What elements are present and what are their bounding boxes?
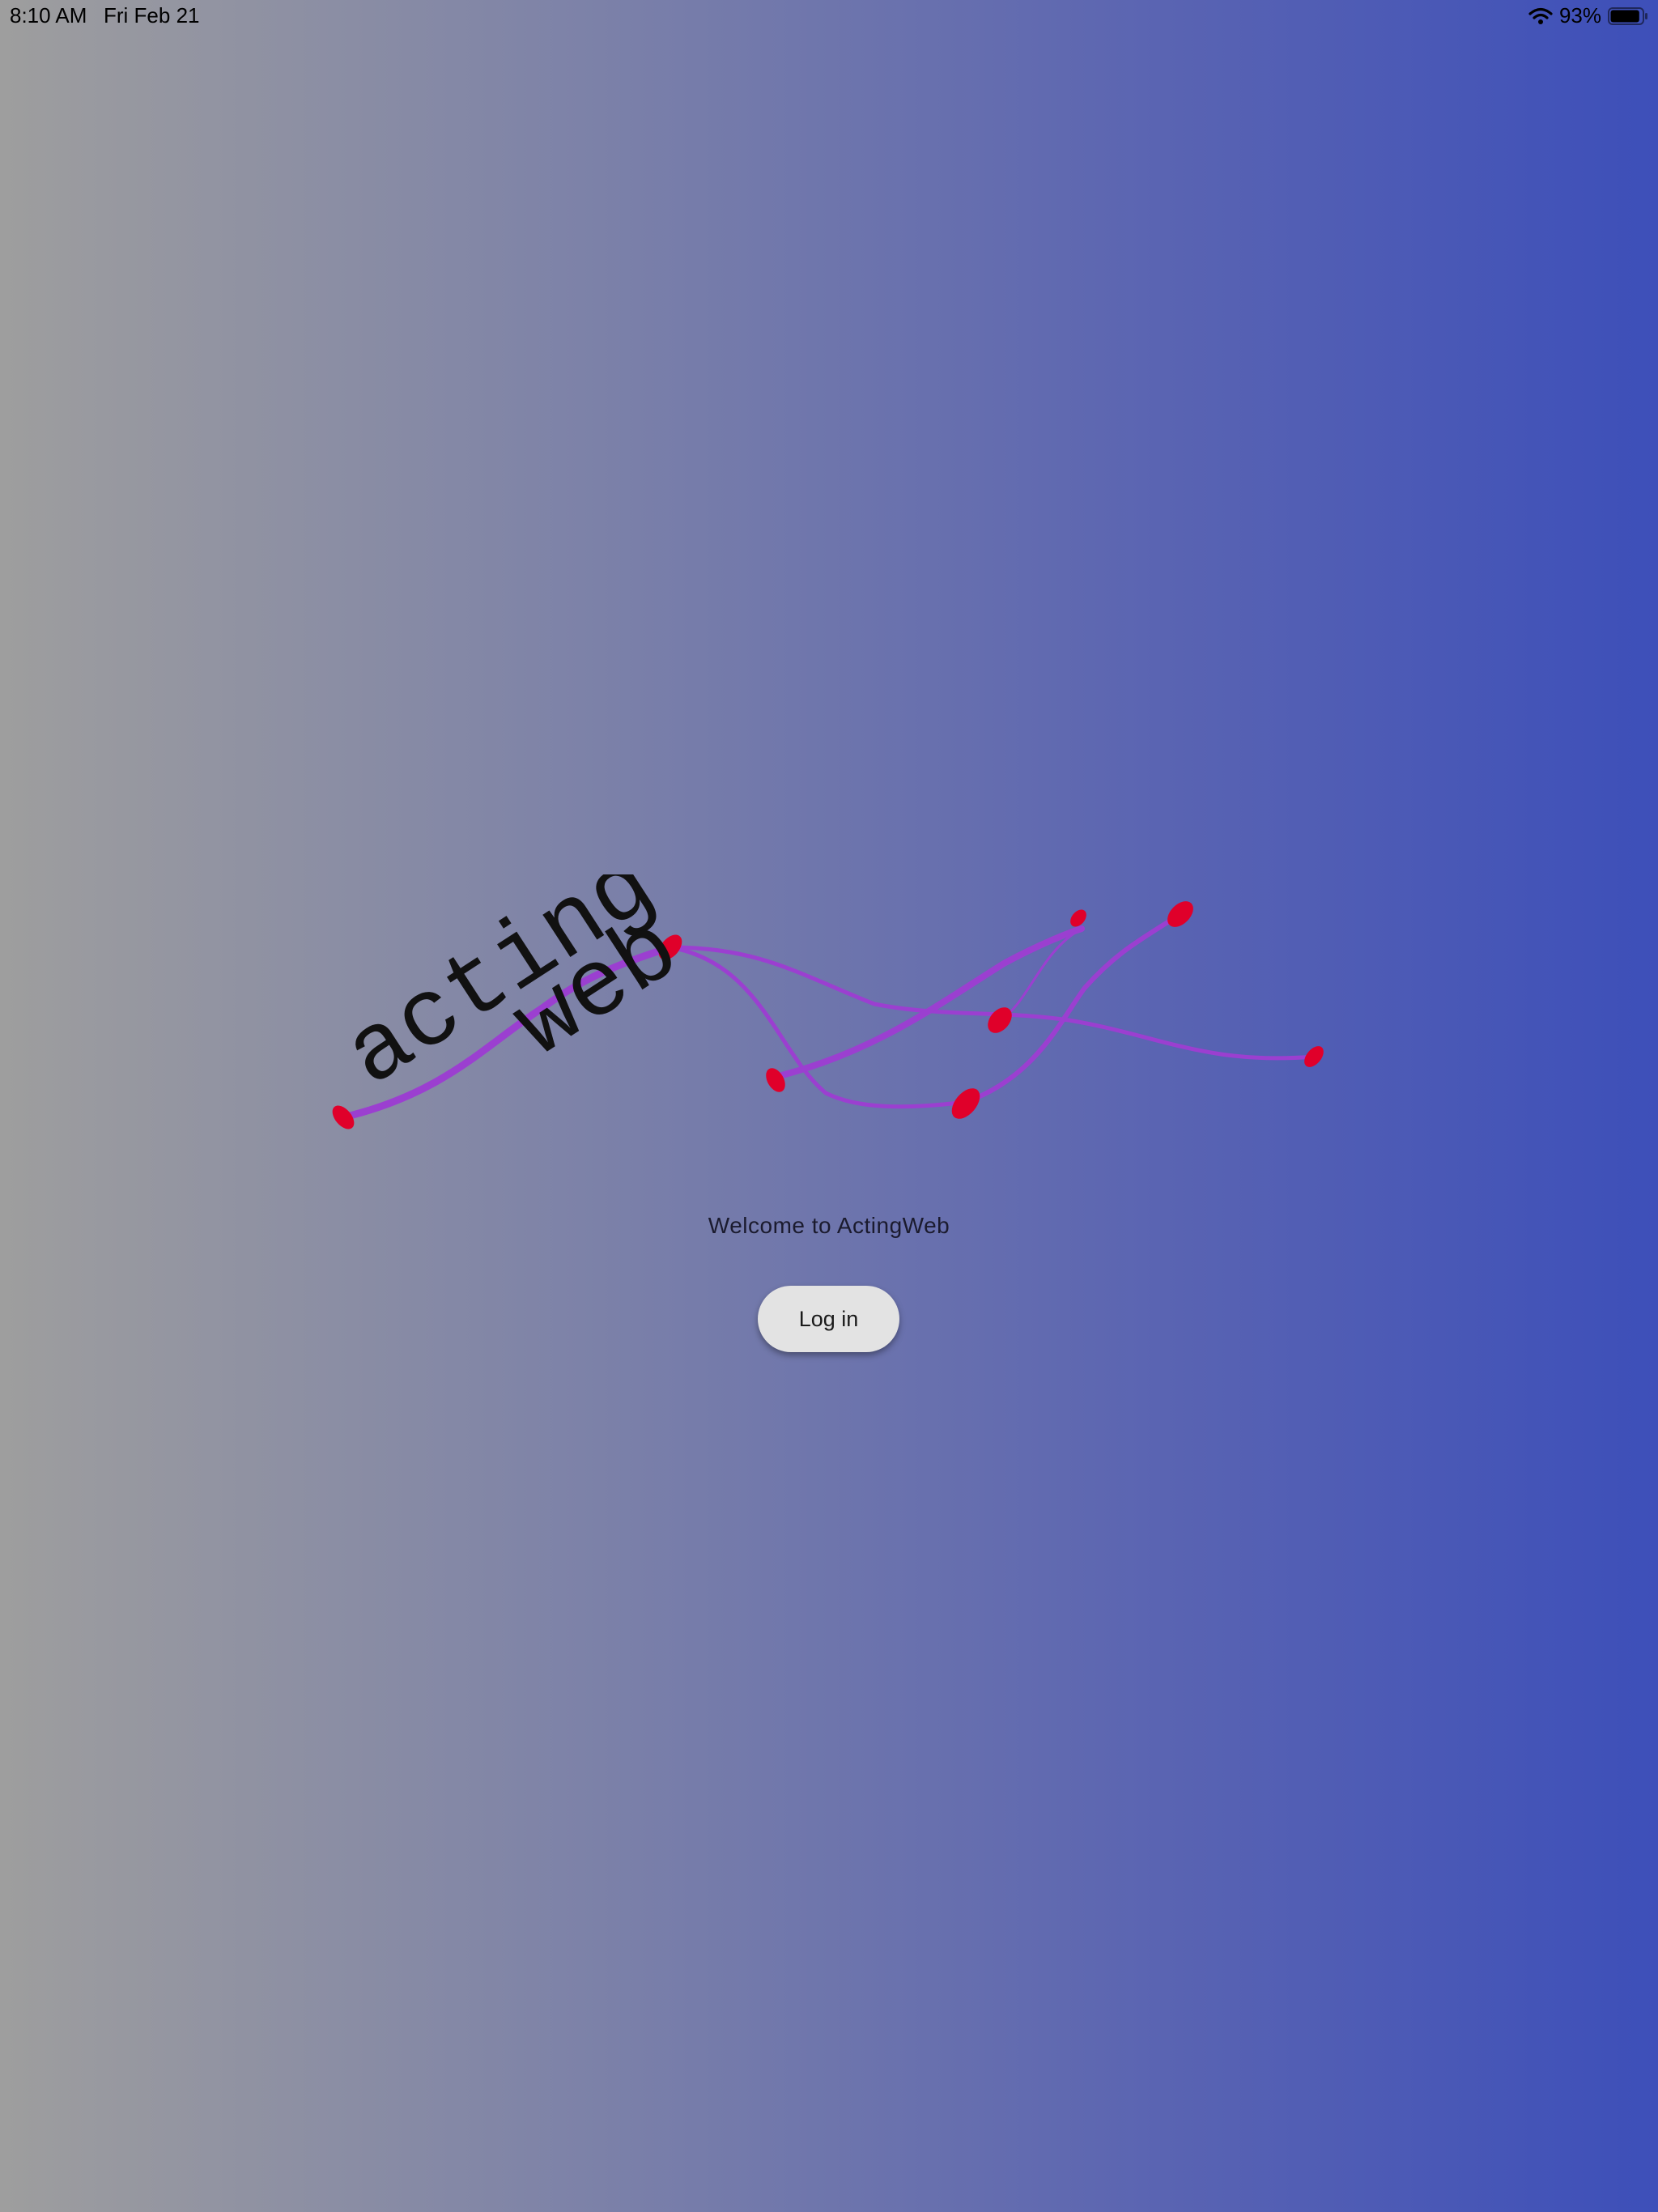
logo-strand xyxy=(668,945,968,1109)
battery-percentage: 93% xyxy=(1558,3,1601,28)
status-bar: 8:10 AM Fri Feb 21 93% xyxy=(0,0,1658,36)
wifi-icon xyxy=(1528,6,1553,26)
battery-icon xyxy=(1608,6,1648,26)
login-button[interactable]: Log in xyxy=(758,1286,899,1352)
logo-node xyxy=(988,1007,1012,1033)
logo-node xyxy=(1167,901,1193,927)
status-time: 8:10 AM xyxy=(10,3,87,28)
status-right: 93% xyxy=(1528,3,1648,28)
logo-node xyxy=(1070,909,1086,927)
logo-node xyxy=(766,1068,785,1092)
actingweb-logo: acting web xyxy=(308,833,1360,1150)
logo-strand xyxy=(963,912,1183,1104)
status-date: Fri Feb 21 xyxy=(104,3,200,28)
welcome-text: Welcome to ActingWeb xyxy=(708,1213,950,1238)
logo-strand xyxy=(668,945,1316,1061)
